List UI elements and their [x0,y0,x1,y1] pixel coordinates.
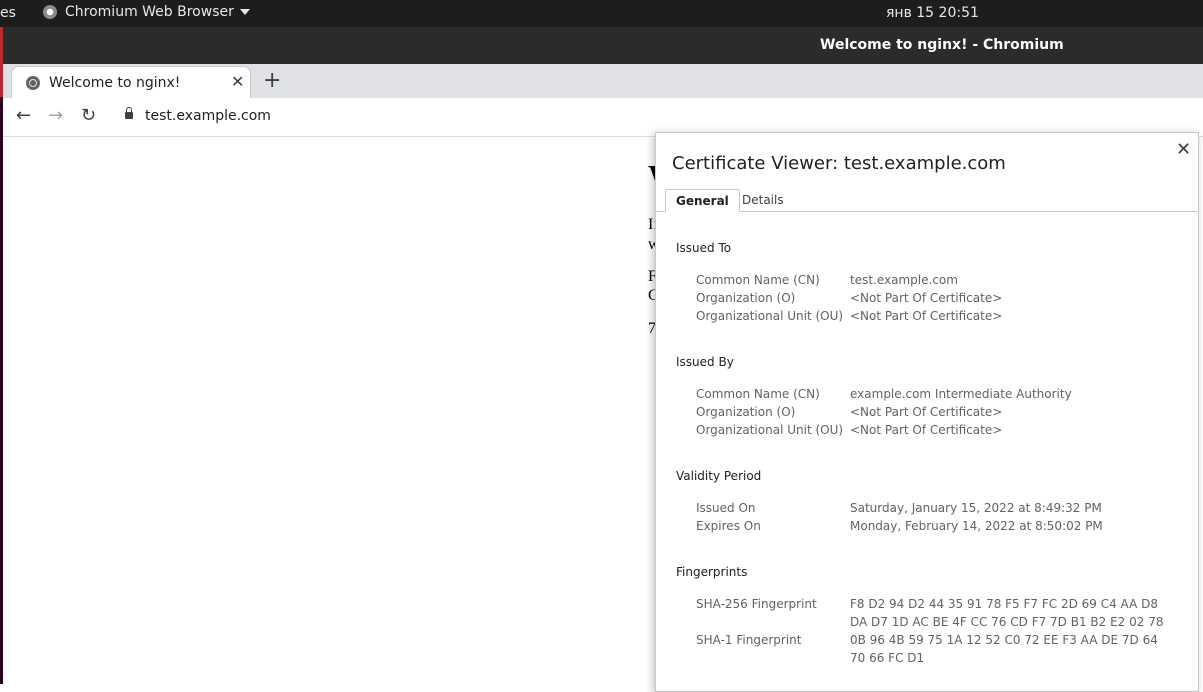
new-tab-button[interactable]: + [263,68,281,93]
field-label: Expires On [696,519,761,533]
certificate-viewer-dialog: Certificate Viewer: test.example.com ✕ G… [655,132,1199,692]
tab-general[interactable]: General [665,189,740,212]
field-label: Common Name (CN) [696,273,820,287]
section-issued-to: Issued To [676,241,732,255]
field-label: SHA-1 Fingerprint [696,633,802,647]
close-dialog-button[interactable]: ✕ [1176,139,1191,160]
field-value: DA D7 1D AC BE 4F CC 76 CD F7 7D B1 B2 E… [850,615,1164,629]
gnome-top-bar: es Chromium Web Browser янв 15 20:51 [0,0,1203,27]
section-issued-by: Issued By [676,355,734,369]
field-label: Organizational Unit (OU) [696,309,844,323]
tab-details[interactable]: Details [732,189,794,211]
field-label: Organizational Unit (OU) [696,423,844,437]
tab-label: Welcome to nginx! [49,75,181,91]
field-label: Organization (O) [696,405,796,419]
back-button[interactable]: ← [16,105,31,126]
field-value: 70 66 FC D1 [850,651,925,665]
field-value: Saturday, January 15, 2022 at 8:49:32 PM [850,501,1102,515]
field-label: Common Name (CN) [696,387,820,401]
tab-strip: Welcome to nginx! ✕ + [3,64,1203,99]
chromium-icon [43,5,57,19]
lock-icon[interactable] [125,107,133,119]
field-value: test.example.com [850,273,958,287]
app-menu-label: Chromium Web Browser [65,4,234,20]
close-tab-icon[interactable]: ✕ [231,72,244,91]
dialog-title: Certificate Viewer: test.example.com [672,153,1006,174]
window-title: Welcome to nginx! - Chromium [820,37,1064,53]
reload-button[interactable]: ↻ [81,105,96,126]
field-label: Issued On [696,501,756,515]
field-value: example.com Intermediate Authority [850,387,1072,401]
field-label: SHA-256 Fingerprint [696,597,817,611]
field-value: F8 D2 94 D2 44 35 91 78 F5 F7 FC 2D 69 C… [850,597,1158,611]
field-value: <Not Part Of Certificate> [850,291,1003,305]
globe-icon [26,76,40,90]
field-value: <Not Part Of Certificate> [850,423,1003,437]
field-value: 0B 96 4B 59 75 1A 12 52 C0 72 EE F3 AA D… [850,633,1158,647]
caret-down-icon [239,9,250,15]
field-value: <Not Part Of Certificate> [850,309,1003,323]
forward-button[interactable]: → [48,105,63,126]
address-bar[interactable]: test.example.com [145,108,271,124]
dialog-tabs: General Details [656,189,1198,212]
activities-button[interactable]: es [0,5,16,21]
section-fingerprints: Fingerprints [676,565,748,579]
field-value: <Not Part Of Certificate> [850,405,1003,419]
field-label: Organization (O) [696,291,796,305]
app-menu[interactable]: Chromium Web Browser [43,4,250,20]
tab-welcome-nginx[interactable]: Welcome to nginx! ✕ [11,66,251,98]
window-titlebar[interactable]: Welcome to nginx! - Chromium [3,27,1203,64]
section-validity: Validity Period [676,469,762,483]
clock[interactable]: янв 15 20:51 [886,5,979,21]
field-value: Monday, February 14, 2022 at 8:50:02 PM [850,519,1103,533]
